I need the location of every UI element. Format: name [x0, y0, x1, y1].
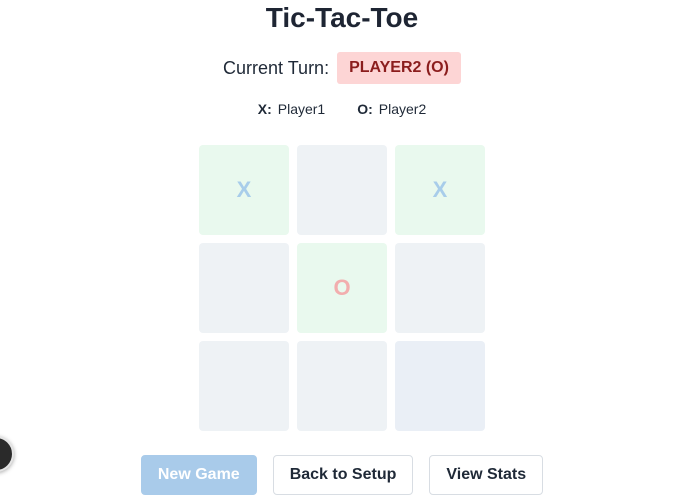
player-symbol: X: [257, 101, 272, 117]
player-name: Player2 [378, 101, 427, 117]
player-x-entry: X: Player1 [258, 101, 325, 117]
board-cell-1[interactable] [297, 145, 387, 235]
board-cell-0[interactable]: X [199, 145, 289, 235]
board-cell-5[interactable] [395, 243, 485, 333]
cell-mark: O [333, 275, 351, 300]
board-cell-6[interactable] [199, 341, 289, 431]
board-cell-7[interactable] [297, 341, 387, 431]
view-stats-button[interactable]: View Stats [429, 455, 544, 495]
game-controls: New Game Back to Setup View Stats [0, 455, 684, 495]
page-title: Tic-Tac-Toe [265, 2, 419, 33]
board-cell-8[interactable] [395, 341, 485, 431]
turn-indicator: Current Turn: PLAYER2 (O) [0, 52, 684, 84]
player-symbol: O: [357, 101, 373, 117]
players-legend: X: Player1 O: Player2 [0, 101, 684, 117]
cell-mark: X [432, 177, 448, 202]
cell-mark: X [236, 177, 252, 202]
new-game-button[interactable]: New Game [140, 455, 257, 495]
back-to-setup-button[interactable]: Back to Setup [272, 455, 414, 495]
player-o-entry: O: Player2 [357, 101, 426, 117]
turn-badge: PLAYER2 (O) [337, 52, 461, 84]
game-page: Tic-Tac-Toe Current Turn: PLAYER2 (O) X:… [0, 0, 684, 495]
board-cell-4[interactable]: O [297, 243, 387, 333]
player-name: Player1 [277, 101, 326, 117]
turn-label: Current Turn: [223, 57, 330, 78]
board-cell-3[interactable] [199, 243, 289, 333]
game-board: X X O [199, 145, 485, 431]
board-cell-2[interactable]: X [395, 145, 485, 235]
